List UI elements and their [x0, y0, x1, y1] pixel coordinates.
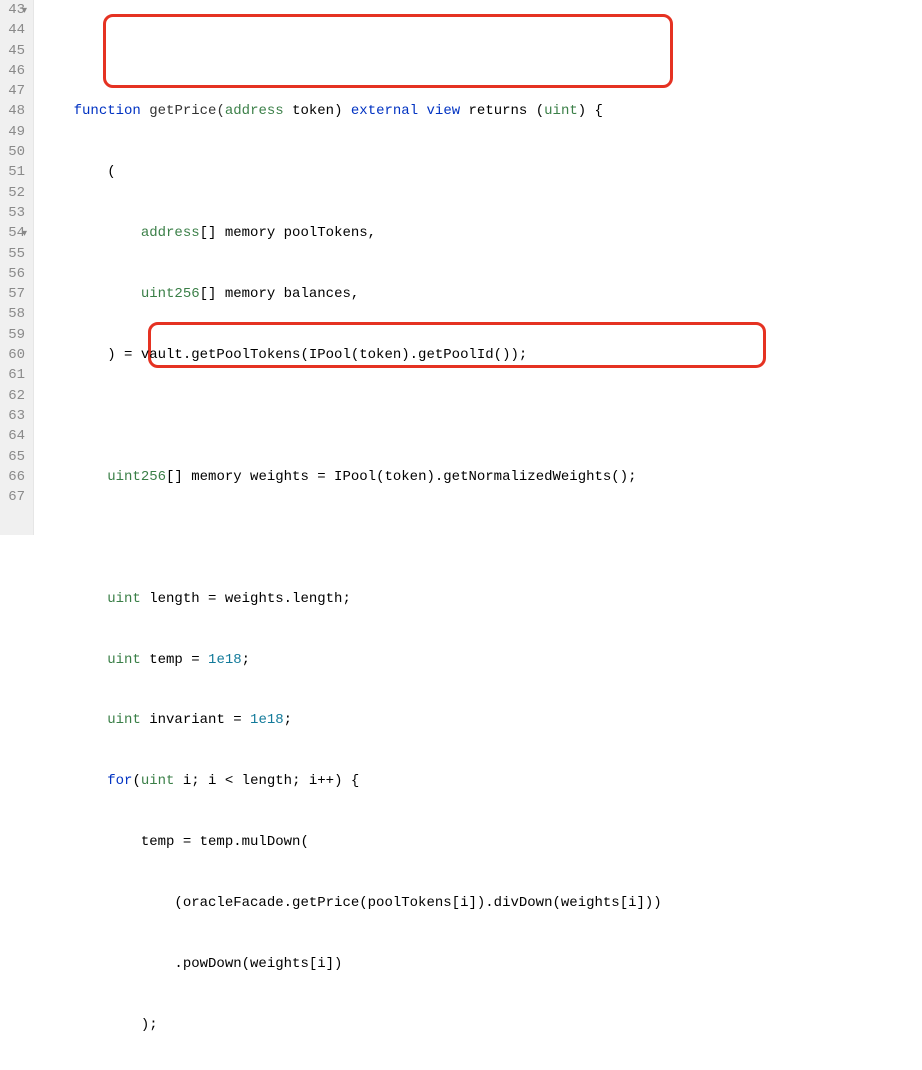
line-number-gutter: 43▾ 44 45 46 47 48 49 50 51 52 53 54▾ 55… — [0, 0, 34, 535]
code-line: (oracleFacade.getPrice(poolTokens[i]).di… — [40, 893, 922, 913]
line-number: 63 — [6, 406, 25, 426]
code-line: temp = temp.mulDown( — [40, 832, 922, 852]
line-number: 64 — [6, 426, 25, 446]
line-number: 55 — [6, 244, 25, 264]
line-number: 67 — [6, 487, 25, 507]
code-line: ) = vault.getPoolTokens(IPool(token).get… — [40, 345, 922, 365]
line-number: 66 — [6, 467, 25, 487]
code-line: address[] memory poolTokens, — [40, 223, 922, 243]
code-line: function getPrice(address token) externa… — [40, 101, 922, 121]
code-line: uint length = weights.length; — [40, 589, 922, 609]
line-number: 54▾ — [6, 223, 25, 243]
code-line: ); — [40, 1015, 922, 1035]
code-line — [40, 406, 922, 426]
line-number: 50 — [6, 142, 25, 162]
line-number: 61 — [6, 365, 25, 385]
code-line — [40, 528, 922, 548]
line-number: 46 — [6, 61, 25, 81]
line-number: 57 — [6, 284, 25, 304]
code-line: uint invariant = 1e18; — [40, 710, 922, 730]
code-line: uint temp = 1e18; — [40, 650, 922, 670]
line-number: 43▾ — [6, 0, 25, 20]
line-number: 47 — [6, 81, 25, 101]
line-number: 44 — [6, 20, 25, 40]
code-editor: 43▾ 44 45 46 47 48 49 50 51 52 53 54▾ 55… — [0, 0, 922, 535]
code-line: uint256[] memory balances, — [40, 284, 922, 304]
line-number: 51 — [6, 162, 25, 182]
line-number: 59 — [6, 325, 25, 345]
code-line: for(uint i; i < length; i++) { — [40, 771, 922, 791]
highlight-box — [103, 14, 673, 88]
fold-icon[interactable]: ▾ — [22, 225, 27, 245]
line-number: 52 — [6, 183, 25, 203]
line-number: 56 — [6, 264, 25, 284]
line-number: 49 — [6, 122, 25, 142]
line-number: 45 — [6, 41, 25, 61]
code-line: ( — [40, 162, 922, 182]
line-number: 48 — [6, 101, 25, 121]
line-number: 62 — [6, 386, 25, 406]
line-number: 58 — [6, 304, 25, 324]
fold-icon[interactable]: ▾ — [22, 2, 27, 22]
line-number: 53 — [6, 203, 25, 223]
line-number: 60 — [6, 345, 25, 365]
code-area[interactable]: function getPrice(address token) externa… — [34, 0, 922, 535]
code-line: .powDown(weights[i]) — [40, 954, 922, 974]
line-number: 65 — [6, 447, 25, 467]
code-line: uint256[] memory weights = IPool(token).… — [40, 467, 922, 487]
